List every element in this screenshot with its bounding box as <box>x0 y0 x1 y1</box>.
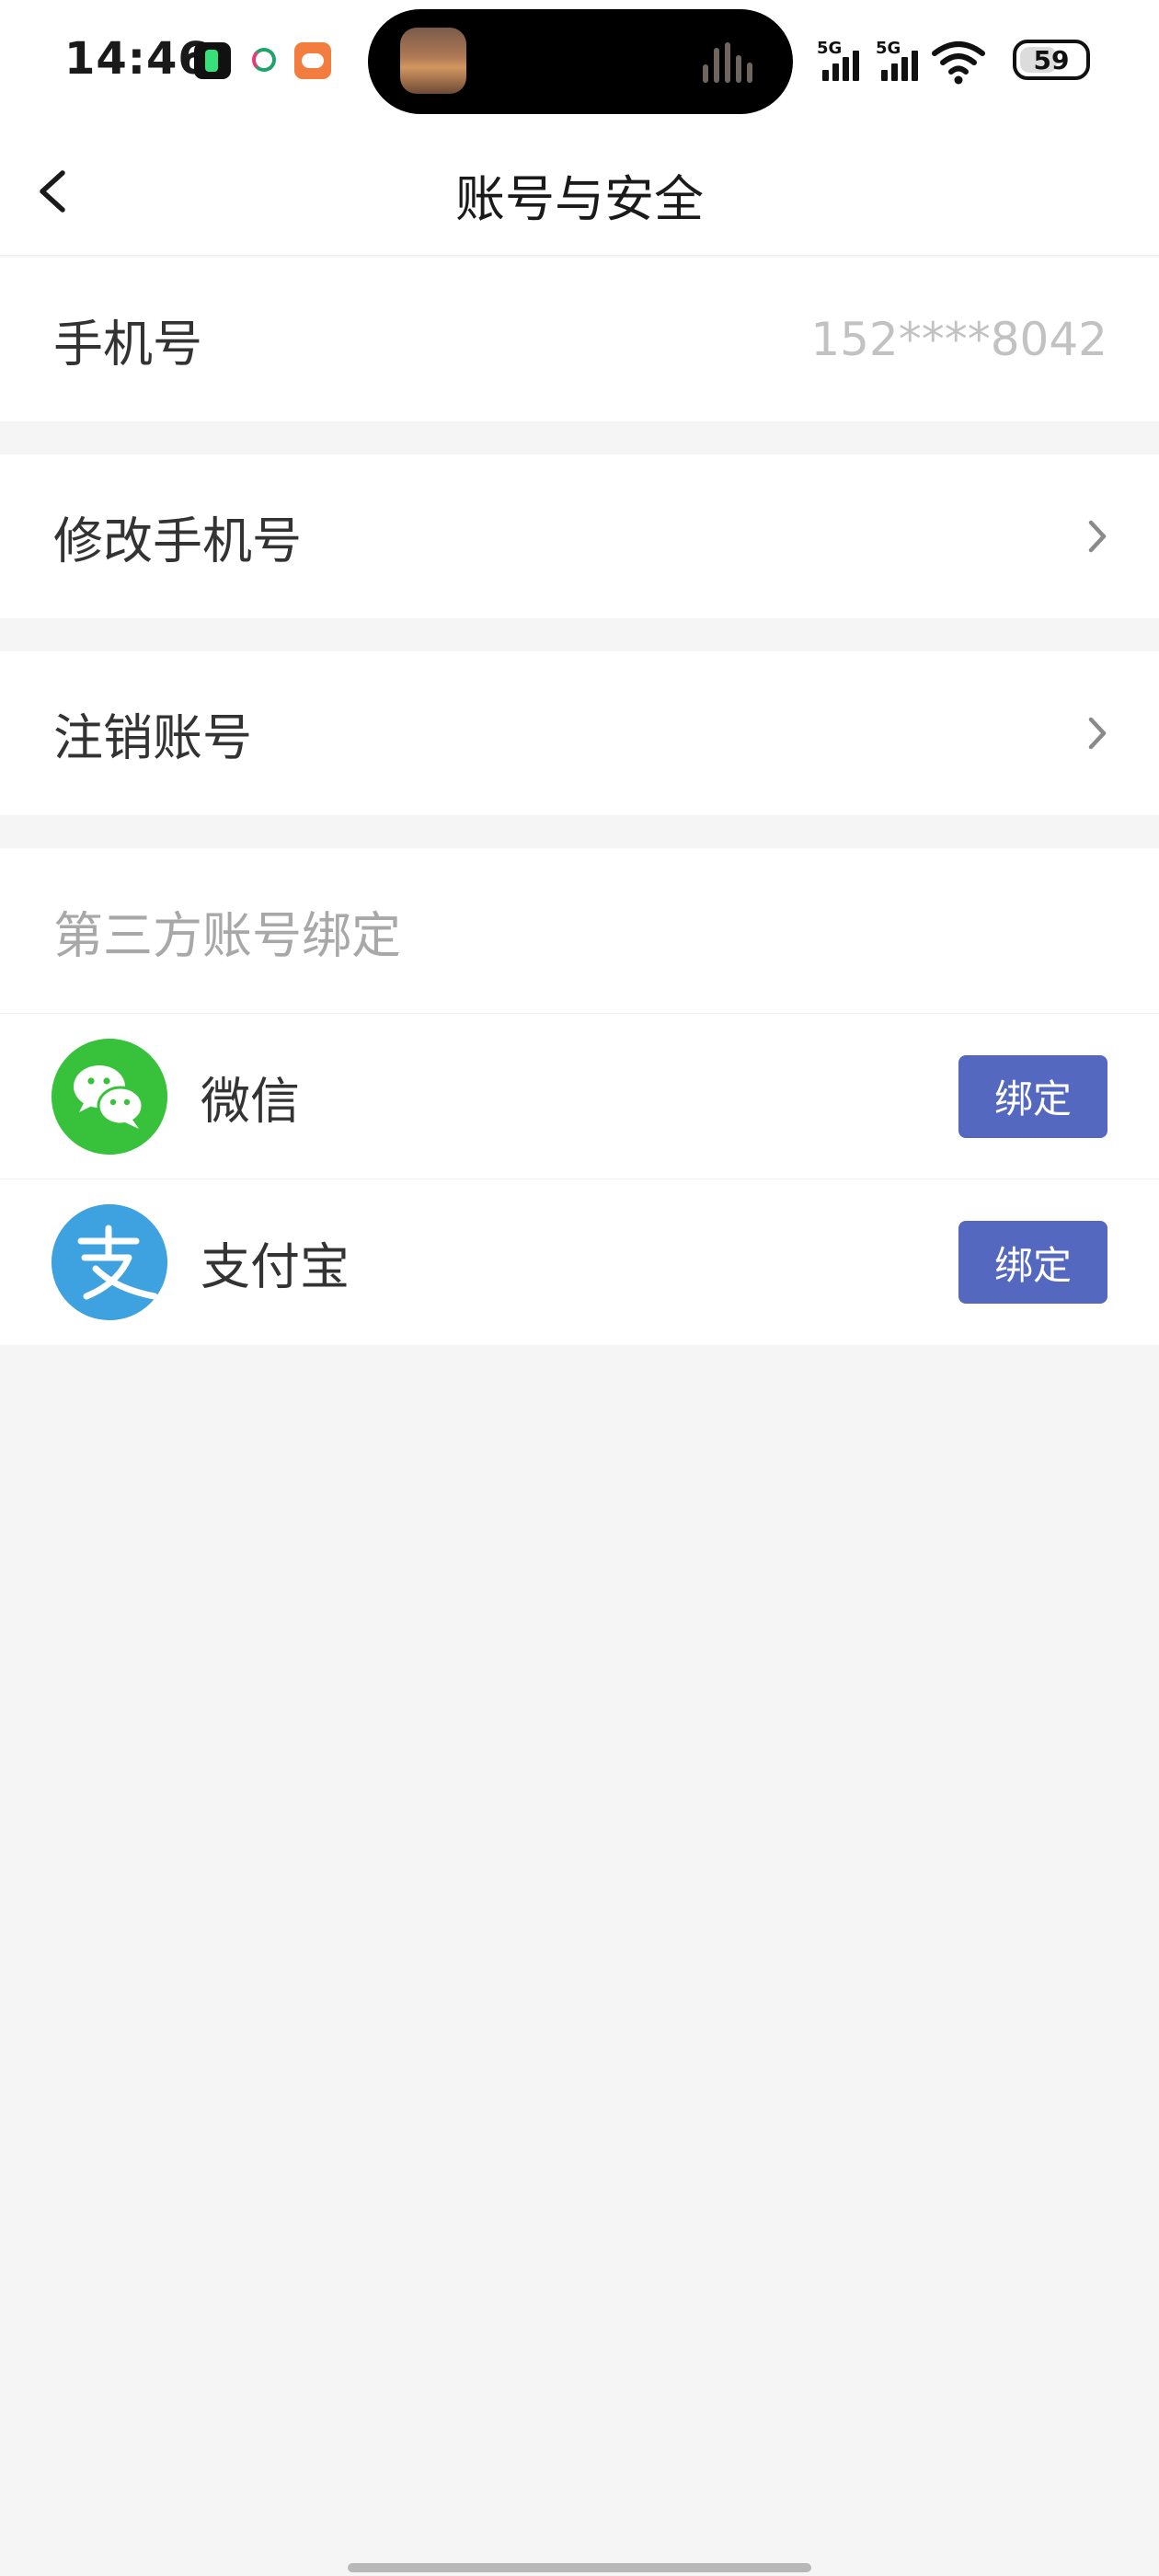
alipay-label: 支付宝 <box>201 1237 350 1296</box>
close-account-row[interactable]: 注销账号 <box>0 651 1159 815</box>
cellular-signal-icon: 5G <box>817 39 865 81</box>
change-phone-label: 修改手机号 <box>53 512 302 570</box>
status-bar: 14:46 5G 5G 59 <box>0 0 1159 125</box>
wechat-label: 微信 <box>201 1072 300 1130</box>
music-app-icon <box>194 42 231 79</box>
wechat-bind-button[interactable]: 绑定 <box>958 1054 1107 1138</box>
media-thumbnail <box>400 28 466 94</box>
wechat-icon <box>52 1038 167 1155</box>
section-title: 第三方账号绑定 <box>53 906 401 964</box>
wifi-icon <box>932 41 985 85</box>
phone-number-row: 手机号 152****8042 <box>0 258 1159 421</box>
chevron-right-icon <box>1088 717 1107 750</box>
network-type-label-2: 5G <box>876 39 901 58</box>
dynamic-island[interactable] <box>368 9 793 114</box>
alipay-bind-button[interactable]: 绑定 <box>958 1221 1107 1304</box>
phone-number-value: 152****8042 <box>810 313 1107 366</box>
china-mobile-icon <box>247 42 283 79</box>
chevron-right-icon <box>1088 520 1107 553</box>
alipay-bind-row: 支付宝 绑定 <box>0 1179 1159 1345</box>
home-indicator[interactable] <box>348 2563 811 2572</box>
battery-icon: 59 <box>1013 40 1090 80</box>
battery-percent: 59 <box>1033 44 1070 75</box>
close-account-label: 注销账号 <box>53 708 252 767</box>
wechat-bind-row: 微信 绑定 <box>0 1014 1159 1179</box>
navigation-bar: 账号与安全 <box>0 125 1159 256</box>
phone-number-label: 手机号 <box>53 315 202 374</box>
page-title: 账号与安全 <box>455 170 704 228</box>
audio-waveform-icon <box>699 42 763 83</box>
alipay-icon <box>52 1204 167 1320</box>
network-type-label: 5G <box>817 39 843 58</box>
cellular-signal-icon-2: 5G <box>876 39 924 81</box>
third-party-section-header: 第三方账号绑定 <box>0 848 1159 1014</box>
shopping-app-icon <box>294 42 331 79</box>
change-phone-row[interactable]: 修改手机号 <box>0 454 1159 618</box>
status-time: 14:46 <box>64 33 210 85</box>
